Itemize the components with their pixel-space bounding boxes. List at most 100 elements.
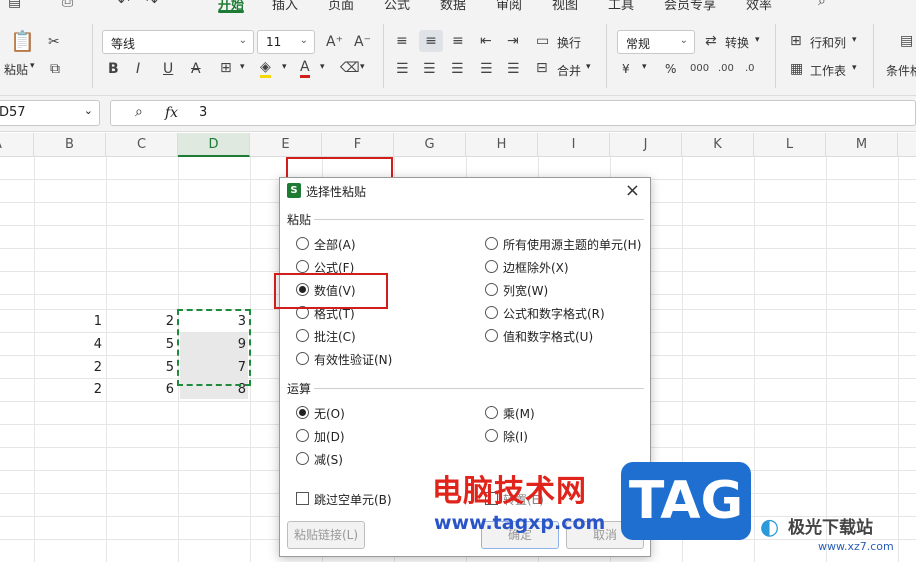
cell-b4[interactable]: 2: [34, 378, 106, 401]
radio-paste-value-number[interactable]: [485, 329, 498, 342]
align-bottom-icon[interactable]: ≡: [452, 33, 464, 49]
chevron-down-icon[interactable]: ▾: [320, 62, 325, 72]
tab-insert[interactable]: 插入: [272, 0, 298, 13]
chevron-down-icon[interactable]: ▾: [282, 62, 287, 72]
font-color-icon[interactable]: A: [300, 59, 310, 78]
column-header-i[interactable]: I: [538, 133, 610, 157]
cell-b2[interactable]: 4: [34, 333, 106, 356]
save-icon[interactable]: ▤: [8, 0, 21, 10]
column-header-a[interactable]: A: [0, 133, 34, 157]
cell-c2[interactable]: 5: [106, 333, 178, 356]
radio-op-add[interactable]: [296, 429, 309, 442]
percent-icon[interactable]: %: [665, 62, 676, 76]
fx-icon[interactable]: fx: [165, 105, 178, 121]
column-header-b[interactable]: B: [34, 133, 106, 157]
undo-icon[interactable]: ↶: [118, 0, 130, 10]
op-none-label[interactable]: 无(O): [314, 405, 345, 422]
paste-link-button[interactable]: 粘贴链接(L): [287, 521, 365, 549]
cell-b1[interactable]: 1: [34, 310, 106, 333]
indent-decrease-icon[interactable]: ⇤: [480, 33, 492, 49]
column-header-g[interactable]: G: [394, 133, 466, 157]
skip-blanks-checkbox[interactable]: [296, 492, 309, 505]
copy-icon[interactable]: ⧉: [50, 61, 60, 77]
radio-paste-all[interactable]: [296, 237, 309, 250]
radio-op-none[interactable]: [296, 406, 309, 419]
cut-icon[interactable]: ✂: [48, 34, 60, 50]
paste-comments-label[interactable]: 批注(C): [314, 328, 356, 345]
chevron-down-icon[interactable]: ▾: [755, 35, 760, 45]
tab-efficiency[interactable]: 效率: [746, 0, 772, 13]
wrap-text-icon[interactable]: ▭: [536, 33, 549, 49]
radio-paste-formula[interactable]: [296, 260, 309, 273]
align-center-icon[interactable]: ☰: [423, 61, 436, 77]
font-size-combo[interactable]: 11 ⌄: [257, 30, 315, 54]
tab-data[interactable]: 数据: [440, 0, 466, 13]
radio-op-subtract[interactable]: [296, 452, 309, 465]
close-icon[interactable]: ×: [625, 180, 640, 201]
op-add-label[interactable]: 加(D): [314, 428, 345, 445]
radio-op-multiply[interactable]: [485, 406, 498, 419]
paste-col-width-label[interactable]: 列宽(W): [503, 282, 548, 299]
bold-icon[interactable]: B: [108, 61, 119, 77]
op-multiply-label[interactable]: 乘(M): [503, 405, 535, 422]
font-shrink-icon[interactable]: A⁻: [354, 34, 371, 50]
currency-icon[interactable]: ¥: [622, 62, 630, 76]
tab-review[interactable]: 审阅: [496, 0, 522, 13]
font-grow-icon[interactable]: A⁺: [326, 34, 343, 50]
row-col-icon[interactable]: ⊞: [790, 33, 802, 49]
tab-formula[interactable]: 公式: [384, 0, 410, 13]
paste-no-borders-label[interactable]: 边框除外(X): [503, 259, 569, 276]
radio-paste-validation[interactable]: [296, 352, 309, 365]
cell-c3[interactable]: 5: [106, 356, 178, 379]
paste-validation-label[interactable]: 有效性验证(N): [314, 351, 392, 368]
thousands-icon[interactable]: 000: [690, 61, 709, 77]
op-subtract-label[interactable]: 减(S): [314, 451, 343, 468]
align-top-icon[interactable]: ≡: [396, 33, 408, 49]
paste-icon[interactable]: 📋: [10, 31, 35, 51]
cell-b3[interactable]: 2: [34, 356, 106, 379]
radio-paste-formula-number[interactable]: [485, 306, 498, 319]
op-divide-label[interactable]: 除(I): [503, 428, 528, 445]
conditional-format-label[interactable]: 条件格: [886, 62, 916, 79]
number-format-combo[interactable]: 常规 ⌄: [617, 30, 695, 54]
indent-increase-icon[interactable]: ⇥: [507, 33, 519, 49]
row-col-label[interactable]: 行和列: [810, 34, 846, 51]
align-left-icon[interactable]: ☰: [396, 61, 409, 77]
font-name-combo[interactable]: 等线 ⌄: [102, 30, 254, 54]
tab-page[interactable]: 页面: [328, 0, 354, 13]
align-middle-icon[interactable]: ≡: [419, 30, 443, 52]
column-header-h[interactable]: H: [466, 133, 538, 157]
italic-icon[interactable]: I: [136, 61, 140, 77]
paste-value-number-label[interactable]: 值和数字格式(U): [503, 328, 593, 345]
convert-icon[interactable]: ⇄: [705, 33, 717, 49]
eraser-icon[interactable]: ⌫: [340, 60, 360, 76]
paste-all-label[interactable]: 全部(A): [314, 236, 356, 253]
chevron-down-icon[interactable]: ▾: [240, 62, 245, 72]
print-icon[interactable]: ⎙: [62, 0, 73, 10]
paste-label[interactable]: 粘贴: [4, 61, 28, 78]
cell-c1[interactable]: 2: [106, 310, 178, 333]
increase-decimal-icon[interactable]: .00: [718, 61, 734, 77]
formula-input[interactable]: ⌕ fx 3: [110, 100, 916, 126]
decrease-decimal-icon[interactable]: .0: [745, 61, 755, 77]
column-header-j[interactable]: J: [610, 133, 682, 157]
chevron-down-icon[interactable]: ▾: [360, 62, 365, 72]
underline-icon[interactable]: U: [163, 61, 173, 77]
radio-op-divide[interactable]: [485, 429, 498, 442]
chevron-down-icon[interactable]: ▾: [642, 62, 647, 72]
dialog-titlebar[interactable]: S 选择性粘贴 ×: [280, 178, 650, 204]
column-header-d[interactable]: D: [178, 133, 250, 157]
tab-view[interactable]: 视图: [552, 0, 578, 13]
chevron-down-icon[interactable]: ▾: [852, 35, 857, 45]
align-right-icon[interactable]: ☰: [451, 61, 464, 77]
search-icon[interactable]: ⌕: [818, 0, 826, 9]
worksheet-label[interactable]: 工作表: [810, 62, 846, 79]
chevron-down-icon[interactable]: ▾: [586, 62, 591, 72]
chevron-down-icon[interactable]: ▾: [852, 63, 857, 73]
radio-paste-comments[interactable]: [296, 329, 309, 342]
conditional-format-icon[interactable]: ▤: [900, 33, 913, 49]
fill-color-icon[interactable]: ◈: [260, 59, 271, 78]
wrap-text-label[interactable]: 换行: [557, 34, 581, 51]
paste-source-theme-label[interactable]: 所有使用源主题的单元(H): [503, 236, 641, 253]
cell-c4[interactable]: 6: [106, 378, 178, 401]
